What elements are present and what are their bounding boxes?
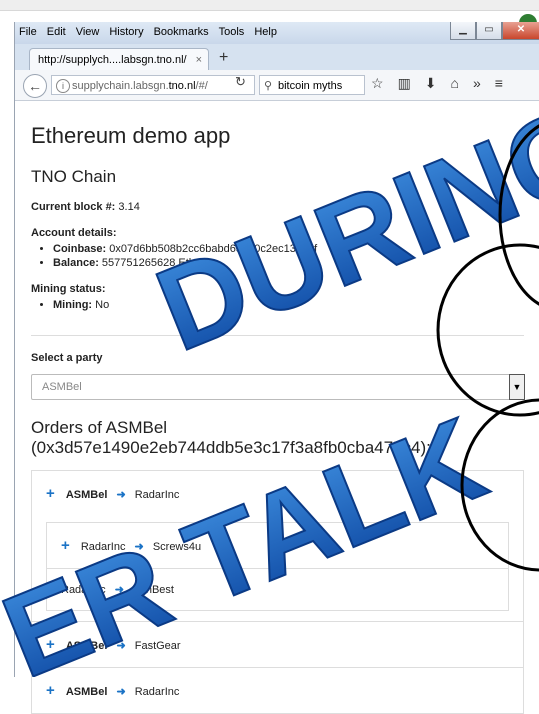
order-from: ASMBel <box>65 686 108 698</box>
coinbase-label: Coinbase: <box>53 243 107 255</box>
url-prefix: supplychain.labsgn. <box>72 80 169 92</box>
arrow-right-icon: ➜ <box>134 541 144 553</box>
tab-bar: http://supplych....labsgn.tno.nl/ × + <box>15 44 539 70</box>
menu-icon[interactable]: ≡ <box>495 75 503 92</box>
coinbase-item: Coinbase: 0x07d6bb508b2cc6babd63a70c2ec1… <box>53 243 524 255</box>
close-icon[interactable]: ✕ <box>502 22 539 40</box>
back-icon[interactable]: ← <box>23 74 47 98</box>
home-icon[interactable]: ⌂ <box>451 75 459 92</box>
expand-plus-icon[interactable]: + <box>46 636 55 653</box>
order-row[interactable]: + ASMBel ➜ FastGear <box>32 621 523 667</box>
search-icon: ⚲ <box>264 80 273 92</box>
titlebar: File Edit View History Bookmarks Tools H… <box>15 22 539 44</box>
chevron-down-icon[interactable]: ▼ <box>509 374 525 400</box>
tab-close-icon[interactable]: × <box>196 49 202 71</box>
url-suffix: /#/ <box>195 80 208 92</box>
account-list: Coinbase: 0x07d6bb508b2cc6babd63a70c2ec1… <box>31 243 524 269</box>
new-tab-icon[interactable]: + <box>219 49 228 67</box>
order-to: RadarInc <box>134 686 180 698</box>
arrow-right-icon: ➜ <box>116 640 126 652</box>
search-input[interactable]: ⚲ bitcoin myths <box>259 75 365 95</box>
expand-plus-icon[interactable]: + <box>46 682 55 699</box>
outer-top-strip <box>0 0 539 11</box>
mining-value: No <box>95 299 110 311</box>
balance-label: Balance: <box>53 257 99 269</box>
balance-item: Balance: 557751265628 Ether <box>53 257 524 269</box>
order-to: Screws4u <box>152 541 202 553</box>
account-label: Account details: <box>31 227 117 239</box>
menu-help[interactable]: Help <box>254 26 277 38</box>
expand-plus-icon[interactable]: + <box>61 537 70 554</box>
menubar: File Edit View History Bookmarks Tools H… <box>19 26 277 38</box>
nested-order-row[interactable]: + RadarInc ➜ Screws4u <box>47 523 508 568</box>
info-icon[interactable]: i <box>56 79 70 93</box>
nav-bar: ← i supplychain.labsgn.tno.nl/#/ ↻ ⚲ bit… <box>15 70 539 101</box>
select-party-label: Select a party <box>31 352 103 364</box>
minimize-icon[interactable]: ▁ <box>450 22 476 40</box>
mining-list: Mining: No <box>31 299 524 311</box>
order-to: IronBest <box>132 584 174 596</box>
bookmark-star-icon[interactable]: ☆ <box>371 75 384 92</box>
browser-window: File Edit View History Bookmarks Tools H… <box>14 22 539 714</box>
party-select[interactable]: ASMBel ▼ <box>31 374 525 400</box>
order-to: RadarInc <box>134 489 180 501</box>
menu-bookmarks[interactable]: Bookmarks <box>154 26 209 38</box>
window-controls: ▁ ▭ ✕ <box>450 22 539 40</box>
toolbar-icons: ☆ ▥ ⬇ ⌂ » ≡ <box>371 75 503 92</box>
overflow-icon[interactable]: » <box>473 75 481 92</box>
party-select-value: ASMBel <box>42 381 82 393</box>
order-from: RadarInc <box>61 584 106 596</box>
library-icon[interactable]: ▥ <box>398 75 411 92</box>
order-from: RadarInc <box>80 541 126 553</box>
current-block: Current block #: 3.14 <box>31 201 524 213</box>
search-text: bitcoin myths <box>278 80 343 92</box>
expand-plus-icon[interactable]: + <box>46 485 55 502</box>
menu-history[interactable]: History <box>109 26 143 38</box>
mining-label: Mining status: <box>31 283 106 295</box>
order-to: FastGear <box>134 640 181 652</box>
arrow-right-icon: ➜ <box>116 686 126 698</box>
menu-view[interactable]: View <box>76 26 100 38</box>
order-from: ASMBel <box>65 640 108 652</box>
menu-file[interactable]: File <box>19 26 37 38</box>
download-icon[interactable]: ⬇ <box>425 75 437 92</box>
menu-edit[interactable]: Edit <box>47 26 66 38</box>
nested-order-row[interactable]: RadarInc ➜ IronBest <box>47 568 508 610</box>
page-title: Ethereum demo app <box>31 123 231 148</box>
current-block-value: 3.14 <box>118 201 140 213</box>
coinbase-value: 0x07d6bb508b2cc6babd63a70c2ec13513f <box>109 243 318 255</box>
maximize-icon[interactable]: ▭ <box>476 22 502 40</box>
orders-heading: Orders of ASMBel (0x3d57e1490e2eb744ddb5… <box>31 418 431 457</box>
order-from: ASMBel <box>65 489 108 501</box>
tab-active[interactable]: http://supplych....labsgn.tno.nl/ × <box>29 48 209 70</box>
mining-item: Mining: No <box>53 299 524 311</box>
mining-key: Mining: <box>53 299 93 311</box>
reload-icon[interactable]: ↻ <box>235 74 246 90</box>
balance-value: 557751265628 Ether <box>101 257 205 269</box>
page-content: Ethereum demo app TNO Chain Current bloc… <box>15 101 539 714</box>
arrow-right-icon: ➜ <box>116 489 126 501</box>
current-block-label: Current block #: <box>31 201 116 213</box>
order-row[interactable]: + ASMBel ➜ RadarInc <box>32 471 523 516</box>
nested-orders: + RadarInc ➜ Screws4u RadarInc ➜ IronBes… <box>46 522 509 611</box>
arrow-right-icon: ➜ <box>114 584 124 596</box>
url-bar[interactable]: i supplychain.labsgn.tno.nl/#/ <box>51 75 255 95</box>
menu-tools[interactable]: Tools <box>219 26 245 38</box>
tab-title: http://supplych....labsgn.tno.nl/ <box>38 54 187 66</box>
orders-panel: + ASMBel ➜ RadarInc + RadarInc ➜ Screws4… <box>31 470 524 714</box>
chain-title: TNO Chain <box>31 167 117 186</box>
divider <box>31 335 524 336</box>
url-host: tno.nl <box>168 80 196 92</box>
order-row[interactable]: + ASMBel ➜ RadarInc <box>32 667 523 713</box>
